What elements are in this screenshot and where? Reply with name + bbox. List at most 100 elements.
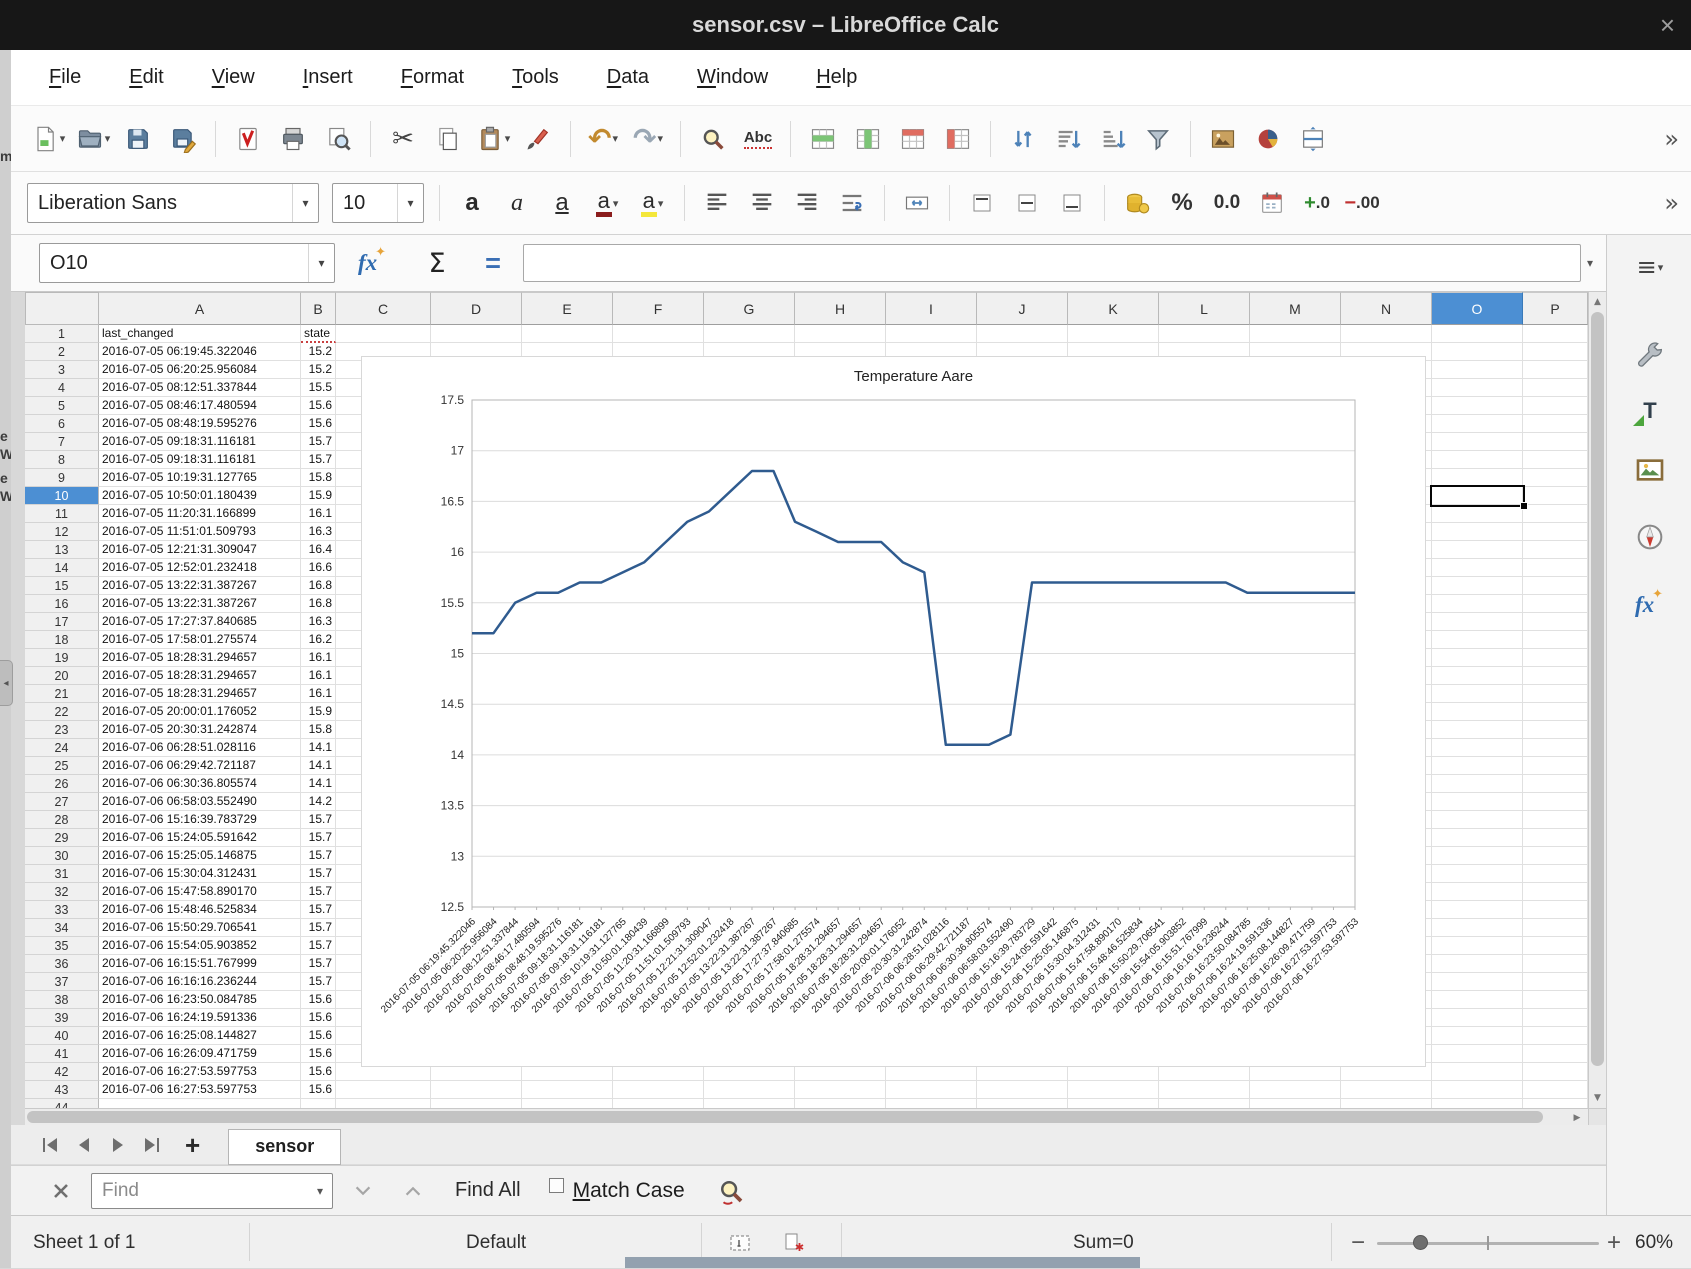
column-header-F[interactable]: F [613, 292, 704, 325]
cell-B36[interactable]: 15.7 [301, 955, 336, 973]
scroll-down-icon[interactable]: ▼ [1589, 1090, 1606, 1106]
cell-A21[interactable]: 2016-07-05 18:28:31.294657 [99, 685, 301, 703]
cell-P29[interactable] [1523, 829, 1588, 847]
close-findbar-button[interactable] [41, 1171, 81, 1211]
clone-formatting-button[interactable] [517, 116, 559, 162]
cell-B44[interactable] [301, 1099, 336, 1108]
cell-P44[interactable] [1523, 1099, 1588, 1108]
cell-A20[interactable]: 2016-07-05 18:28:31.294657 [99, 667, 301, 685]
first-sheet-button[interactable] [33, 1129, 67, 1161]
column-header-D[interactable]: D [431, 292, 522, 325]
find-all-button[interactable]: Find All [455, 1179, 521, 1202]
cell-O8[interactable] [1432, 451, 1523, 469]
cell-N1[interactable] [1341, 325, 1432, 343]
cell-A34[interactable]: 2016-07-06 15:50:29.706541 [99, 919, 301, 937]
cell-A8[interactable]: 2016-07-05 09:18:31.116181 [99, 451, 301, 469]
row-header-28[interactable]: 28 [25, 811, 99, 829]
align-right-button[interactable] [786, 180, 828, 226]
cell-O37[interactable] [1432, 973, 1523, 991]
cell-O23[interactable] [1432, 721, 1523, 739]
cell-P36[interactable] [1523, 955, 1588, 973]
column-header-K[interactable]: K [1068, 292, 1159, 325]
sort-ascending-button[interactable] [1047, 116, 1089, 162]
cell-O14[interactable] [1432, 559, 1523, 577]
sum-button[interactable]: Σ [413, 243, 461, 283]
cell-C1[interactable] [336, 325, 431, 343]
cell-P15[interactable] [1523, 577, 1588, 595]
cell-F43[interactable] [613, 1081, 704, 1099]
cell-B18[interactable]: 16.2 [301, 631, 336, 649]
horizontal-scrollbar[interactable]: ▶ [25, 1108, 1588, 1125]
cell-O1[interactable] [1432, 325, 1523, 343]
row-header-43[interactable]: 43 [25, 1081, 99, 1099]
align-center-button[interactable] [741, 180, 783, 226]
row-header-7[interactable]: 7 [25, 433, 99, 451]
next-sheet-button[interactable] [101, 1129, 135, 1161]
cell-P32[interactable] [1523, 883, 1588, 901]
cell-P13[interactable] [1523, 541, 1588, 559]
cell-O22[interactable] [1432, 703, 1523, 721]
row-header-36[interactable]: 36 [25, 955, 99, 973]
cell-D1[interactable] [431, 325, 522, 343]
menu-data[interactable]: Data [583, 57, 673, 98]
row-header-5[interactable]: 5 [25, 397, 99, 415]
cell-A5[interactable]: 2016-07-05 08:46:17.480594 [99, 397, 301, 415]
expand-formula-bar-icon[interactable]: ▾ [1587, 256, 1593, 270]
cell-B1[interactable]: state [301, 325, 336, 343]
delete-column-button[interactable] [937, 116, 979, 162]
toolbar-overflow-button[interactable]: » [1664, 189, 1679, 217]
cell-P23[interactable] [1523, 721, 1588, 739]
sidebar-functions-button[interactable]: fx ✦ [1626, 581, 1674, 629]
column-header-H[interactable]: H [795, 292, 886, 325]
row-header-1[interactable]: 1 [25, 325, 99, 343]
cell-B23[interactable]: 15.8 [301, 721, 336, 739]
horizontal-scrollbar-thumb[interactable] [27, 1111, 1543, 1123]
currency-format-button[interactable] [1116, 180, 1158, 226]
cell-A17[interactable]: 2016-07-05 17:27:37.840685 [99, 613, 301, 631]
column-header-L[interactable]: L [1159, 292, 1250, 325]
cell-A6[interactable]: 2016-07-05 08:48:19.595276 [99, 415, 301, 433]
cell-A11[interactable]: 2016-07-05 11:20:31.166899 [99, 505, 301, 523]
formula-input[interactable] [523, 244, 1581, 282]
cell-A27[interactable]: 2016-07-06 06:58:03.552490 [99, 793, 301, 811]
cell-B17[interactable]: 16.3 [301, 613, 336, 631]
autofilter-button[interactable] [1137, 116, 1179, 162]
cell-I43[interactable] [886, 1081, 977, 1099]
cell-B30[interactable]: 15.7 [301, 847, 336, 865]
cell-O21[interactable] [1432, 685, 1523, 703]
print-preview-button[interactable] [317, 116, 359, 162]
cell-O28[interactable] [1432, 811, 1523, 829]
cell-A18[interactable]: 2016-07-05 17:58:01.275574 [99, 631, 301, 649]
cell-P8[interactable] [1523, 451, 1588, 469]
cell-O15[interactable] [1432, 577, 1523, 595]
cell-O42[interactable] [1432, 1063, 1523, 1081]
date-format-button[interactable] [1251, 180, 1293, 226]
cell-P9[interactable] [1523, 469, 1588, 487]
column-header-B[interactable]: B [301, 292, 336, 325]
cell-O30[interactable] [1432, 847, 1523, 865]
cell-B33[interactable]: 15.7 [301, 901, 336, 919]
scroll-up-icon[interactable]: ▲ [1589, 294, 1606, 310]
row-header-6[interactable]: 6 [25, 415, 99, 433]
cell-O25[interactable] [1432, 757, 1523, 775]
paste-button[interactable]: ▾ [472, 116, 514, 162]
cell-A33[interactable]: 2016-07-06 15:48:46.525834 [99, 901, 301, 919]
sidebar-gallery-button[interactable] [1626, 446, 1674, 494]
cell-K44[interactable] [1068, 1099, 1159, 1108]
cell-A38[interactable]: 2016-07-06 16:23:50.084785 [99, 991, 301, 1009]
cell-P6[interactable] [1523, 415, 1588, 433]
cell-P25[interactable] [1523, 757, 1588, 775]
cell-J43[interactable] [977, 1081, 1068, 1099]
row-header-13[interactable]: 13 [25, 541, 99, 559]
cell-A4[interactable]: 2016-07-05 08:12:51.337844 [99, 379, 301, 397]
row-header-44[interactable]: 44 [25, 1099, 99, 1108]
insert-chart-button[interactable] [1247, 116, 1289, 162]
row-header-11[interactable]: 11 [25, 505, 99, 523]
row-header-40[interactable]: 40 [25, 1027, 99, 1045]
cell-B15[interactable]: 16.8 [301, 577, 336, 595]
cell-A19[interactable]: 2016-07-05 18:28:31.294657 [99, 649, 301, 667]
cell-B32[interactable]: 15.7 [301, 883, 336, 901]
cell-B43[interactable]: 15.6 [301, 1081, 336, 1099]
cell-A28[interactable]: 2016-07-06 15:16:39.783729 [99, 811, 301, 829]
cell-O38[interactable] [1432, 991, 1523, 1009]
